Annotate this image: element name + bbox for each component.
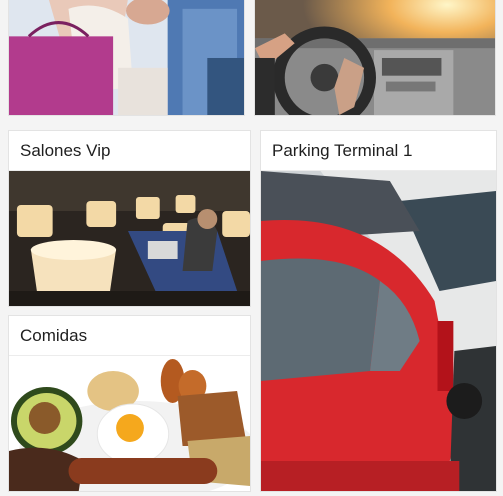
card-shopping[interactable] bbox=[8, 0, 245, 116]
card-parking-terminal[interactable]: Parking Terminal 1 bbox=[260, 130, 497, 492]
car-steering-wheel-image bbox=[255, 0, 495, 115]
card-title: Salones Vip bbox=[9, 131, 250, 171]
card-food[interactable]: Comidas bbox=[8, 315, 251, 492]
shopping-bags-image bbox=[9, 0, 244, 115]
card-driving[interactable] bbox=[254, 0, 496, 116]
card-vip-lounges[interactable]: Salones Vip bbox=[8, 130, 251, 307]
card-title: Parking Terminal 1 bbox=[261, 131, 496, 171]
card-title: Comidas bbox=[9, 316, 250, 356]
food-plate-image bbox=[9, 356, 250, 491]
parked-cars-image bbox=[261, 171, 496, 491]
vip-lounge-image bbox=[9, 171, 250, 306]
